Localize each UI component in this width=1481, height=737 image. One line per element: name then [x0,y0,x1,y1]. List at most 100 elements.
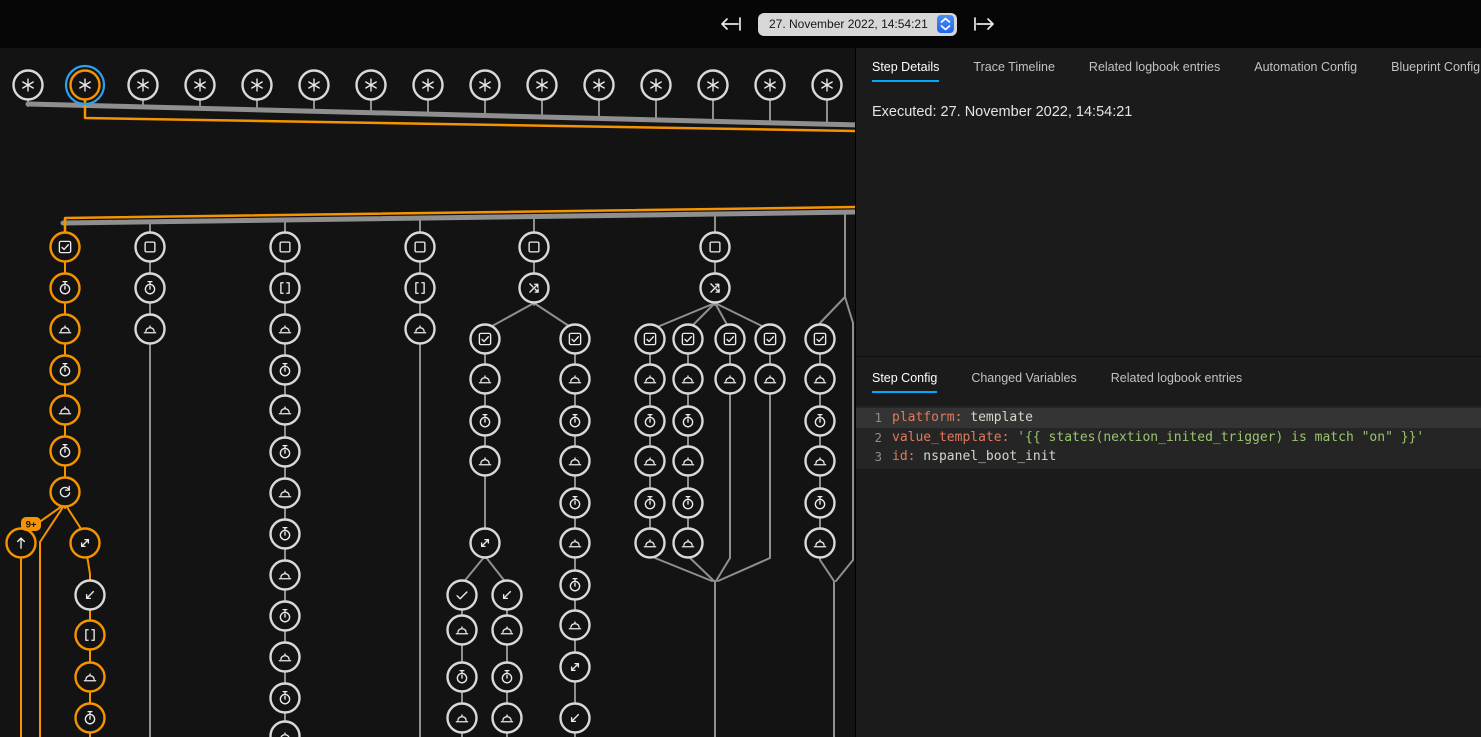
node-arrow-dl[interactable] [493,581,522,610]
node-asterisk[interactable] [528,71,557,100]
node-service[interactable] [493,704,522,733]
node-service[interactable] [271,722,300,737]
node-service[interactable] [471,447,500,476]
node-service[interactable] [271,479,300,508]
tab-related-logbook-entries[interactable]: Related logbook entries [1089,54,1220,82]
run-select[interactable]: 27. November 2022, 14:54:21 [758,13,957,36]
node-asterisk[interactable] [357,71,386,100]
node-timer[interactable] [448,663,477,692]
node-asterisk[interactable] [243,71,272,100]
node-repeat[interactable] [51,478,80,507]
node-checkbox[interactable] [806,325,835,354]
node-service[interactable] [636,447,665,476]
node-asterisk[interactable] [300,71,329,100]
node-timer[interactable] [636,407,665,436]
next-run-button[interactable] [969,11,1001,37]
tab-related-logbook-entries-2[interactable]: Related logbook entries [1111,365,1242,393]
node-timer[interactable] [561,489,590,518]
node-service[interactable] [561,611,590,640]
node-timer[interactable] [271,356,300,385]
node-asterisk[interactable] [471,71,500,100]
node-square[interactable] [136,233,165,262]
node-checkbox[interactable] [756,325,785,354]
tab-changed-variables[interactable]: Changed Variables [971,365,1076,393]
node-square[interactable] [271,233,300,262]
node-checkbox[interactable] [471,325,500,354]
node-brackets[interactable] [271,274,300,303]
node-arrows-diag[interactable] [561,653,590,682]
node-asterisk[interactable] [585,71,614,100]
node-service[interactable] [271,561,300,590]
node-timer[interactable] [636,489,665,518]
node-timer[interactable] [561,571,590,600]
node-asterisk[interactable] [699,71,728,100]
node-service[interactable] [756,365,785,394]
node-timer[interactable] [806,489,835,518]
node-asterisk[interactable] [414,71,443,100]
node-timer[interactable] [271,602,300,631]
node-square[interactable] [701,233,730,262]
node-asterisk[interactable] [66,66,104,104]
node-timer[interactable] [271,438,300,467]
node-service[interactable] [493,616,522,645]
node-service[interactable] [561,365,590,394]
node-service[interactable] [448,616,477,645]
node-service[interactable] [51,315,80,344]
node-branch[interactable] [701,274,730,303]
node-timer[interactable] [561,407,590,436]
node-service[interactable] [448,704,477,733]
node-square[interactable] [520,233,549,262]
node-asterisk[interactable] [129,71,158,100]
tab-automation-config[interactable]: Automation Config [1254,54,1357,82]
node-timer[interactable] [806,407,835,436]
node-service[interactable] [406,315,435,344]
node-timer[interactable] [674,407,703,436]
node-asterisk[interactable] [14,71,43,100]
node-asterisk[interactable] [186,71,215,100]
node-service[interactable] [636,529,665,558]
tab-trace-timeline[interactable]: Trace Timeline [973,54,1055,82]
tab-blueprint-config[interactable]: Blueprint Config [1391,54,1480,82]
node-checkbox[interactable] [51,233,80,262]
node-service[interactable] [674,365,703,394]
node-service[interactable] [471,365,500,394]
node-service[interactable] [136,315,165,344]
node-brackets[interactable] [76,621,105,650]
node-service[interactable] [806,365,835,394]
node-checkbox[interactable] [561,325,590,354]
trace-graph[interactable]: 9+ [0,48,855,737]
tab-step-details[interactable]: Step Details [872,54,939,82]
node-brackets[interactable] [406,274,435,303]
node-service[interactable] [271,396,300,425]
previous-run-button[interactable] [714,11,746,37]
trace-graph-svg[interactable]: 9+ [0,48,855,737]
node-timer[interactable] [136,274,165,303]
node-arrows-diag[interactable] [471,529,500,558]
step-config-code[interactable]: 1 platform: template 2 value_template: '… [856,406,1481,469]
node-timer[interactable] [471,407,500,436]
node-timer[interactable] [271,684,300,713]
node-timer[interactable] [51,356,80,385]
node-arrow-dl[interactable] [76,581,105,610]
node-service[interactable] [561,447,590,476]
node-service[interactable] [674,447,703,476]
node-service[interactable] [806,447,835,476]
node-timer[interactable] [674,489,703,518]
node-asterisk[interactable] [642,71,671,100]
node-asterisk[interactable] [813,71,842,100]
node-asterisk[interactable] [756,71,785,100]
node-check[interactable] [448,581,477,610]
node-checkbox[interactable] [674,325,703,354]
tab-step-config[interactable]: Step Config [872,365,937,393]
node-timer[interactable] [76,704,105,733]
node-checkbox[interactable] [636,325,665,354]
node-arrows-diag[interactable] [71,529,100,558]
node-square[interactable] [406,233,435,262]
node-timer[interactable] [51,437,80,466]
node-checkbox[interactable] [716,325,745,354]
node-service[interactable] [561,529,590,558]
node-service[interactable] [636,365,665,394]
node-service[interactable] [674,529,703,558]
node-timer[interactable] [271,520,300,549]
node-service[interactable] [806,529,835,558]
